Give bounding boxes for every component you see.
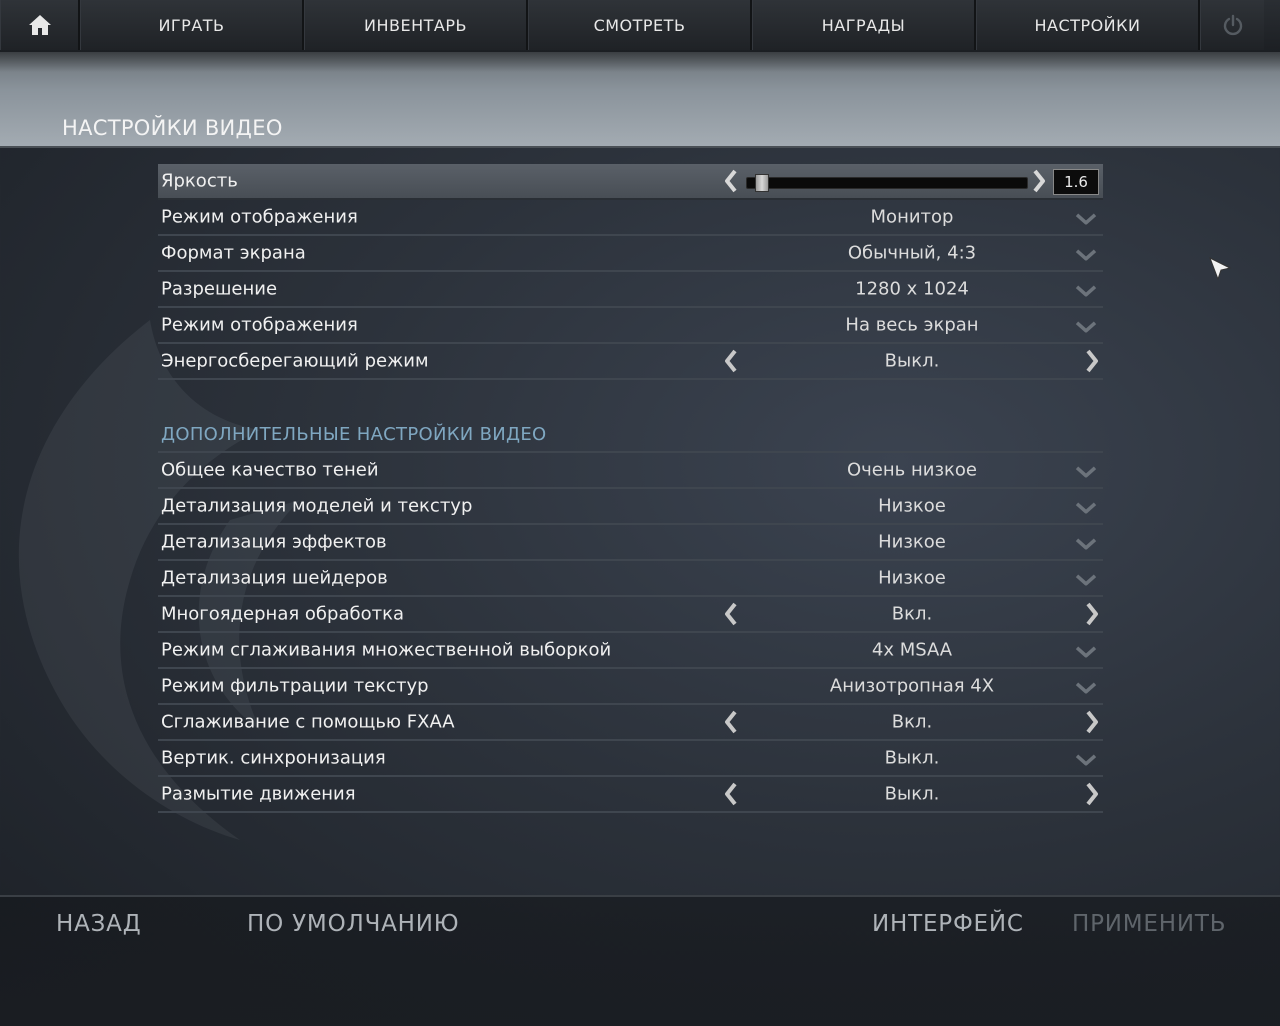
setting-label: Многоядерная обработка <box>161 603 404 625</box>
footer-bar: НАЗАД ПО УМОЛЧАНИЮ ИНТЕРФЕЙС ПРИМЕНИТЬ <box>0 895 1280 1026</box>
setting-value: Монитор <box>870 206 954 228</box>
setting-row[interactable]: Режим отображения На весь экран <box>158 308 1103 344</box>
setting-value: На весь экран <box>845 314 979 336</box>
setting-label: Детализация эффектов <box>161 531 387 553</box>
mouse-cursor-icon <box>1209 256 1232 281</box>
brightness-value[interactable]: 1.6 <box>1053 169 1099 195</box>
brightness-decrease-icon[interactable] <box>724 169 738 193</box>
page-title: НАСТРОЙКИ ВИДЕО <box>62 116 283 140</box>
setting-value: Очень низкое <box>847 459 977 481</box>
setting-value: Вкл. <box>891 711 933 733</box>
chevron-right-icon[interactable] <box>1085 782 1099 806</box>
setting-label: Режим отображения <box>161 206 358 228</box>
setting-value: Низкое <box>878 531 946 553</box>
setting-label: Энергосберегающий режим <box>161 350 429 372</box>
chevron-right-icon[interactable] <box>1085 602 1099 626</box>
setting-label: Детализация шейдеров <box>161 567 388 589</box>
brightness-row[interactable]: Яркость 1.6 <box>158 164 1103 200</box>
back-button[interactable]: НАЗАД <box>56 911 141 937</box>
setting-label: Вертик. синхронизация <box>161 747 386 769</box>
chevron-right-icon[interactable] <box>1085 349 1099 373</box>
setting-row[interactable]: Режим отображения Монитор <box>158 200 1103 236</box>
apply-button[interactable]: ПРИМЕНИТЬ <box>1072 911 1226 937</box>
advanced-section-header: ДОПОЛНИТЕЛЬНЫЕ НАСТРОЙКИ ВИДЕО <box>158 380 1103 453</box>
chevron-left-icon[interactable] <box>724 782 738 806</box>
nav-settings[interactable]: НАСТРОЙКИ <box>976 0 1200 50</box>
setting-value: Низкое <box>878 495 946 517</box>
chevron-down-icon[interactable] <box>1075 646 1097 658</box>
setting-label: Режим фильтрации текстур <box>161 675 429 697</box>
chevron-down-icon[interactable] <box>1075 538 1097 550</box>
setting-value: Вкл. <box>891 603 933 625</box>
setting-label: Формат экрана <box>161 242 306 264</box>
chevron-down-icon[interactable] <box>1075 682 1097 694</box>
setting-label: Общее качество теней <box>161 459 379 481</box>
brightness-increase-icon[interactable] <box>1032 169 1046 193</box>
setting-row[interactable]: Режим фильтрации текстур Анизотропная 4X <box>158 669 1103 705</box>
nav-inventory[interactable]: ИНВЕНТАРЬ <box>304 0 528 50</box>
setting-label: Режим сглаживания множественной выборкой <box>161 639 612 661</box>
setting-label: Режим отображения <box>161 314 358 336</box>
setting-value: Выкл. <box>884 747 940 769</box>
chevron-down-icon[interactable] <box>1075 321 1097 333</box>
setting-row[interactable]: Энергосберегающий режим Выкл. <box>158 344 1103 380</box>
brightness-slider-track[interactable] <box>746 177 1028 189</box>
nav-watch[interactable]: СМОТРЕТЬ <box>528 0 752 50</box>
advanced-section-title: ДОПОЛНИТЕЛЬНЫЕ НАСТРОЙКИ ВИДЕО <box>161 424 547 445</box>
header-band: НАСТРОЙКИ ВИДЕО <box>0 52 1280 148</box>
video-settings-list: Яркость 1.6 Режим отображения Монитор Форм… <box>158 164 1103 813</box>
top-nav-bar: ИГРАТЬ ИНВЕНТАРЬ СМОТРЕТЬ НАГРАДЫ НАСТРО… <box>0 0 1280 52</box>
setting-row[interactable]: Общее качество теней Очень низкое <box>158 453 1103 489</box>
setting-row[interactable]: Режим сглаживания множественной выборкой… <box>158 633 1103 669</box>
chevron-left-icon[interactable] <box>724 602 738 626</box>
setting-row[interactable]: Размытие движения Выкл. <box>158 777 1103 813</box>
setting-row[interactable]: Формат экрана Обычный, 4:3 <box>158 236 1103 272</box>
nav-play[interactable]: ИГРАТЬ <box>80 0 304 50</box>
setting-row[interactable]: Вертик. синхронизация Выкл. <box>158 741 1103 777</box>
setting-row[interactable]: Детализация эффектов Низкое <box>158 525 1103 561</box>
chevron-right-icon[interactable] <box>1085 710 1099 734</box>
setting-label: Разрешение <box>161 278 278 300</box>
chevron-left-icon[interactable] <box>724 349 738 373</box>
setting-label: Сглаживание с помощью FXAA <box>161 711 455 733</box>
chevron-down-icon[interactable] <box>1075 574 1097 586</box>
chevron-down-icon[interactable] <box>1075 502 1097 514</box>
home-icon <box>28 15 51 35</box>
setting-label: Размытие движения <box>161 783 356 805</box>
chevron-down-icon[interactable] <box>1075 754 1097 766</box>
chevron-down-icon[interactable] <box>1075 285 1097 297</box>
interface-button[interactable]: ИНТЕРФЕЙС <box>872 911 1024 937</box>
setting-row[interactable]: Детализация моделей и текстур Низкое <box>158 489 1103 525</box>
setting-label: Детализация моделей и текстур <box>161 495 473 517</box>
setting-row[interactable]: Разрешение 1280 x 1024 <box>158 272 1103 308</box>
setting-value: 4x MSAA <box>871 639 953 661</box>
setting-value: Выкл. <box>884 350 940 372</box>
brightness-label: Яркость <box>161 170 238 192</box>
chevron-down-icon[interactable] <box>1075 249 1097 261</box>
setting-value: Низкое <box>878 567 946 589</box>
defaults-button[interactable]: ПО УМОЛЧАНИЮ <box>247 911 459 937</box>
power-icon <box>1223 14 1242 36</box>
setting-row[interactable]: Сглаживание с помощью FXAA Вкл. <box>158 705 1103 741</box>
brightness-slider-thumb[interactable] <box>755 174 770 192</box>
chevron-left-icon[interactable] <box>724 710 738 734</box>
setting-value: Обычный, 4:3 <box>847 242 977 264</box>
setting-row[interactable]: Детализация шейдеров Низкое <box>158 561 1103 597</box>
power-button[interactable] <box>1200 0 1264 50</box>
chevron-down-icon[interactable] <box>1075 213 1097 225</box>
setting-row[interactable]: Многоядерная обработка Вкл. <box>158 597 1103 633</box>
setting-value: Анизотропная 4X <box>829 675 995 697</box>
setting-value: Выкл. <box>884 783 940 805</box>
home-button[interactable] <box>0 0 80 50</box>
setting-value: 1280 x 1024 <box>855 278 969 300</box>
chevron-down-icon[interactable] <box>1075 466 1097 478</box>
nav-awards[interactable]: НАГРАДЫ <box>752 0 976 50</box>
